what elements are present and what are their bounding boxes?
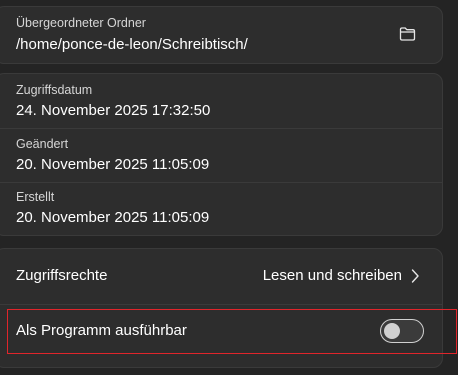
parent-folder-path: /home/ponce-de-leon/Schreibtisch/ [16,36,248,53]
executable-label: Als Programm ausführbar [16,322,187,339]
created-value: 20. November 2025 11:05:09 [16,209,210,226]
modified-value: 20. November 2025 11:05:09 [16,156,210,173]
executable-row: Als Programm ausführbar [0,305,442,367]
modified-row: Geändert 20. November 2025 11:05:09 [0,129,442,182]
accessed-label: Zugriffsdatum [16,83,93,97]
access-rights-label: Zugriffsrechte [16,267,108,284]
chevron-right-icon [411,269,419,283]
access-rights-row[interactable]: Zugriffsrechte Lesen und schreiben [0,249,442,303]
open-folder-button[interactable] [396,24,418,44]
access-rights-value: Lesen und schreiben [262,267,402,284]
created-row: Erstellt 20. November 2025 11:05:09 [0,183,442,236]
created-label: Erstellt [16,190,55,204]
permissions-card: Zugriffsrechte Lesen und schreiben Als P… [0,248,443,368]
modified-label: Geändert [16,137,69,151]
folder-icon [399,27,415,41]
accessed-row: Zugriffsdatum 24. November 2025 17:32:50 [0,74,442,128]
parent-folder-card: Übergeordneter Ordner /home/ponce-de-leo… [0,6,443,64]
executable-toggle[interactable] [380,319,424,343]
accessed-value: 24. November 2025 17:32:50 [16,102,211,119]
toggle-knob [384,322,400,339]
dates-card: Zugriffsdatum 24. November 2025 17:32:50… [0,73,443,236]
parent-folder-label: Übergeordneter Ordner [16,16,146,30]
